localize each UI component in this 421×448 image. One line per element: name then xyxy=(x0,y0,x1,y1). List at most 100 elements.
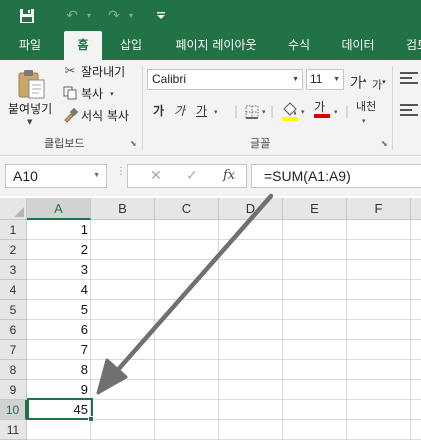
save-icon[interactable] xyxy=(17,6,37,26)
grow-font-button[interactable]: 가▴ xyxy=(350,71,366,93)
formula-bar-resize-handle[interactable]: ⋮ xyxy=(116,167,126,183)
cell[interactable] xyxy=(411,280,421,300)
cell[interactable] xyxy=(219,420,283,440)
cell[interactable] xyxy=(91,340,155,360)
cell-a[interactable]: 5 xyxy=(27,300,91,320)
cell-a[interactable] xyxy=(27,420,91,440)
cell[interactable] xyxy=(411,420,421,440)
font-size-select[interactable]: 11 ▼ xyxy=(306,69,344,90)
cell[interactable] xyxy=(155,320,219,340)
cell[interactable] xyxy=(155,220,219,240)
row-header[interactable]: 5 xyxy=(0,300,27,320)
customize-qat-icon[interactable] xyxy=(154,6,168,26)
tab-insert[interactable]: 삽입 xyxy=(110,31,152,60)
column-header-b[interactable]: B xyxy=(91,198,155,220)
phonetic-dropdown-icon[interactable]: ▾ xyxy=(362,112,366,130)
underline-dropdown-icon[interactable]: ▾ xyxy=(214,103,218,121)
cell[interactable] xyxy=(155,420,219,440)
font-dialog-launcher-icon[interactable]: ⬊ xyxy=(381,139,388,148)
cell[interactable] xyxy=(91,400,155,420)
cell[interactable] xyxy=(411,320,421,340)
cell-a[interactable]: 7 xyxy=(27,340,91,360)
cell[interactable] xyxy=(219,280,283,300)
cell[interactable] xyxy=(219,400,283,420)
cell-a[interactable]: 1 xyxy=(27,220,91,240)
align-left-icon[interactable] xyxy=(400,104,418,118)
fill-color-dropdown-icon[interactable]: ▾ xyxy=(301,103,305,121)
cell[interactable] xyxy=(283,340,347,360)
underline-button[interactable]: 가 xyxy=(196,102,207,120)
row-header[interactable]: 1 xyxy=(0,220,27,240)
cell[interactable] xyxy=(91,300,155,320)
borders-dropdown-icon[interactable]: ▾ xyxy=(262,103,266,121)
align-top-icon[interactable] xyxy=(400,72,418,86)
redo-icon[interactable]: ↷ xyxy=(104,6,124,26)
cell[interactable] xyxy=(155,300,219,320)
cell[interactable] xyxy=(283,280,347,300)
format-painter-button[interactable]: 서식 복사 xyxy=(62,107,129,125)
cell-a[interactable]: 3 xyxy=(27,260,91,280)
cell[interactable] xyxy=(219,360,283,380)
row-header[interactable]: 6 xyxy=(0,320,27,340)
column-header-c[interactable]: C xyxy=(155,198,219,220)
cell[interactable] xyxy=(155,340,219,360)
font-size-dropdown-icon[interactable]: ▼ xyxy=(333,70,340,89)
cell[interactable] xyxy=(347,320,411,340)
shrink-font-button[interactable]: 가▾ xyxy=(372,73,386,95)
cell[interactable] xyxy=(91,360,155,380)
copy-button[interactable]: 복사 ▾ xyxy=(62,85,114,103)
fill-color-icon[interactable] xyxy=(281,101,299,126)
font-name-dropdown-icon[interactable]: ▼ xyxy=(292,70,299,89)
cell[interactable] xyxy=(219,320,283,340)
cell[interactable] xyxy=(411,300,421,320)
cell-a[interactable]: 2 xyxy=(27,240,91,260)
cell[interactable] xyxy=(219,380,283,400)
italic-button[interactable]: 가 xyxy=(174,102,185,120)
redo-dropdown-icon[interactable]: ▾ xyxy=(126,6,136,26)
cell[interactable] xyxy=(347,340,411,360)
insert-function-icon[interactable]: fx xyxy=(223,165,235,187)
cell[interactable] xyxy=(91,380,155,400)
tab-data[interactable]: 데이터 xyxy=(330,31,386,60)
cell[interactable] xyxy=(347,280,411,300)
cell[interactable] xyxy=(411,340,421,360)
cell[interactable] xyxy=(219,300,283,320)
row-header[interactable]: 7 xyxy=(0,340,27,360)
cut-button[interactable]: ✂ 잘라내기 xyxy=(62,63,126,81)
undo-dropdown-icon[interactable]: ▾ xyxy=(84,6,94,26)
copy-dropdown-icon[interactable]: ▾ xyxy=(110,85,114,103)
cell-a[interactable]: 9 xyxy=(27,380,91,400)
cell-a[interactable]: 45 xyxy=(27,400,91,420)
column-header-a[interactable]: A xyxy=(27,198,91,220)
cell[interactable] xyxy=(411,220,421,240)
cell[interactable] xyxy=(91,260,155,280)
column-header-g-partial[interactable] xyxy=(411,198,421,220)
cell[interactable] xyxy=(283,420,347,440)
cell[interactable] xyxy=(283,400,347,420)
cell[interactable] xyxy=(411,400,421,420)
fill-handle[interactable] xyxy=(88,416,94,422)
cell[interactable] xyxy=(283,360,347,380)
font-name-select[interactable]: Calibri ▼ xyxy=(147,69,303,90)
tab-formulas[interactable]: 수식 xyxy=(278,31,320,60)
cell[interactable] xyxy=(155,360,219,380)
cell[interactable] xyxy=(155,260,219,280)
cell[interactable] xyxy=(155,240,219,260)
cell[interactable] xyxy=(283,240,347,260)
name-box-dropdown-icon[interactable]: ▼ xyxy=(93,165,100,187)
column-header-f[interactable]: F xyxy=(347,198,411,220)
enter-icon[interactable]: ✓ xyxy=(186,165,198,187)
cell[interactable] xyxy=(347,260,411,280)
row-header[interactable]: 11 xyxy=(0,420,27,440)
cell[interactable] xyxy=(347,240,411,260)
cell-a[interactable]: 8 xyxy=(27,360,91,380)
paste-dropdown-icon[interactable]: ▼ xyxy=(27,118,32,126)
tab-page-layout[interactable]: 페이지 레이아웃 xyxy=(164,31,268,60)
cell[interactable] xyxy=(283,380,347,400)
tab-file[interactable]: 파일 xyxy=(8,31,52,60)
font-color-dropdown-icon[interactable]: ▾ xyxy=(334,103,338,121)
column-header-e[interactable]: E xyxy=(283,198,347,220)
cell[interactable] xyxy=(219,340,283,360)
cell[interactable] xyxy=(91,420,155,440)
cell[interactable] xyxy=(283,220,347,240)
